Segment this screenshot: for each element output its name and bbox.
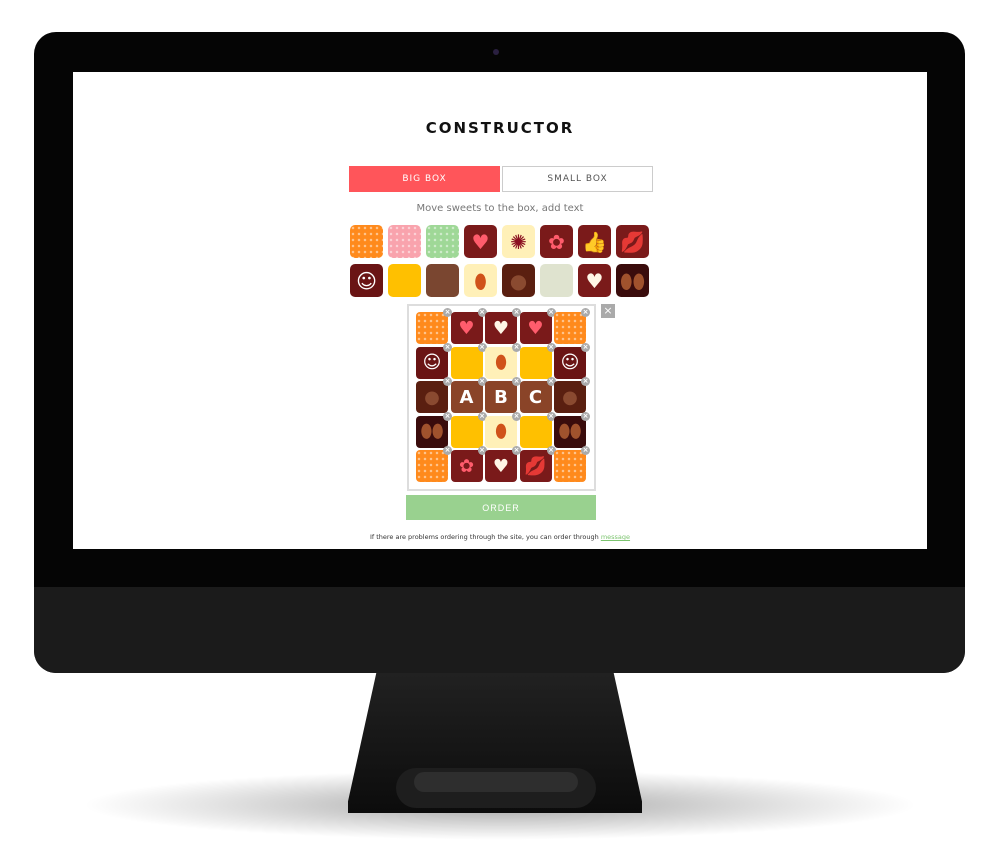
tab-big-box[interactable]: BIG BOX <box>349 166 500 192</box>
box-cell-white-heart[interactable]: ♥ × <box>485 446 521 482</box>
box-cell-orange[interactable]: × <box>416 446 452 482</box>
sweet-glyph-icon: ♥ <box>492 317 510 339</box>
remove-icon[interactable]: × <box>581 377 590 386</box>
box-cell-almond[interactable]: ⬮ × <box>485 411 521 448</box>
sweet-glyph-icon: ✿ <box>458 455 475 477</box>
screen: CONSTRUCTOR BIG BOX SMALL BOX Move sweet… <box>73 72 927 549</box>
box-cell-orange[interactable]: × <box>554 308 590 344</box>
remove-icon[interactable]: × <box>581 308 590 317</box>
box-cell-yellow[interactable]: × <box>450 342 487 379</box>
footer-text: If there are problems ordering through t… <box>369 533 601 541</box>
box-cell-lips[interactable]: 💋 × <box>519 446 556 482</box>
sweet-glyph-icon: ♥ <box>492 455 510 477</box>
sweet-thumb[interactable]: 👍 <box>578 225 611 258</box>
sweet-orange[interactable] <box>350 225 383 258</box>
sweet-glyph-icon: ♥ <box>458 317 475 339</box>
page-title: CONSTRUCTOR <box>425 119 575 137</box>
box-cell-yellow[interactable]: × <box>450 411 487 448</box>
sweet-pink[interactable] <box>388 225 421 258</box>
box-cell-letter[interactable]: A × <box>450 377 487 413</box>
box-cell-smiley[interactable]: ☺ × <box>554 342 590 379</box>
monitor-chin <box>34 587 965 673</box>
sweet-white-heart[interactable]: ♥ <box>578 264 611 297</box>
remove-icon[interactable]: × <box>581 342 590 352</box>
remove-icon[interactable]: × <box>581 411 590 421</box>
instruction-text: Move sweets to the box, add text <box>416 203 584 214</box>
sweet-glyph-icon: ⬮⬮ <box>420 421 444 442</box>
tab-small-box[interactable]: SMALL BOX <box>502 166 653 192</box>
box-cell-yellow[interactable]: × <box>519 411 556 448</box>
sweet-glyph-icon: ● <box>562 386 578 408</box>
box-cell-flower[interactable]: ✿ × <box>450 446 487 482</box>
sweet-green[interactable] <box>426 225 459 258</box>
sweet-glyph-icon: ● <box>424 386 440 408</box>
box-cell-white-heart[interactable]: ♥ × <box>485 308 521 344</box>
message-link[interactable]: message <box>601 533 630 541</box>
sweet-smiley[interactable]: ☺ <box>350 264 383 297</box>
box-letter: A <box>459 386 474 408</box>
sweet-almond[interactable]: ⬮ <box>464 264 497 297</box>
sweet-glyph-icon: ☺ <box>560 352 580 373</box>
sweet-nut[interactable] <box>426 264 459 297</box>
box-letter: C <box>528 386 543 408</box>
box-cell-letter[interactable]: C × <box>519 377 556 413</box>
camera-icon <box>493 49 499 55</box>
box-cell-heart[interactable]: ♥ × <box>519 308 556 344</box>
sweet-seeds[interactable] <box>540 264 573 297</box>
clear-box-close-icon[interactable]: × <box>601 304 615 318</box>
sweet-glyph-icon: ⬮⬮ <box>558 421 582 442</box>
box-cell-coffee[interactable]: ⬮⬮ × <box>416 411 452 448</box>
sweet-truffle[interactable]: ● <box>502 264 535 297</box>
remove-icon[interactable]: × <box>581 446 590 455</box>
sweet-lips[interactable]: 💋 <box>616 225 649 258</box>
box-cell-almond[interactable]: ⬮ × <box>485 342 521 379</box>
sweet-yellow[interactable] <box>388 264 421 297</box>
box-cell-truffle[interactable]: ● × <box>554 377 590 413</box>
box-cell-truffle[interactable]: ● × <box>416 377 452 413</box>
box-letter: B <box>494 386 508 408</box>
stand-foot-highlight <box>414 772 578 792</box>
sweet-glyph-icon: ⬮ <box>495 352 507 373</box>
sweet-glyph-icon: ♥ <box>527 317 544 339</box>
box-cell-heart[interactable]: ♥ × <box>450 308 487 344</box>
sweet-coffee[interactable]: ⬮⬮ <box>616 264 649 297</box>
box-cell-coffee[interactable]: ⬮⬮ × <box>554 411 590 448</box>
box-cell-letter[interactable]: B × <box>485 377 521 413</box>
footer-note: If there are problems ordering through t… <box>73 533 927 541</box>
chocolate-box[interactable]: × ♥ × ♥ × ♥ × × ☺ × × ⬮ × × ☺ × ● × A × B × C × ● × ⬮⬮ × × ⬮ × × ⬮⬮ × × ✿ × ♥… <box>407 304 596 491</box>
sweet-glyph-icon: ⬮ <box>495 421 507 442</box>
sweet-berry[interactable]: ✺ <box>502 225 535 258</box>
sweet-flower[interactable]: ✿ <box>540 225 573 258</box>
sweet-glyph-icon: 💋 <box>524 455 547 477</box>
box-cell-smiley[interactable]: ☺ × <box>416 342 452 379</box>
sweet-heart[interactable]: ♥ <box>464 225 497 258</box>
box-cell-orange[interactable]: × <box>416 308 452 344</box>
order-button[interactable]: ORDER <box>406 495 596 520</box>
box-cell-yellow[interactable]: × <box>519 342 556 379</box>
box-cell-orange[interactable]: × <box>554 446 590 482</box>
sweet-glyph-icon: ☺ <box>422 352 442 373</box>
